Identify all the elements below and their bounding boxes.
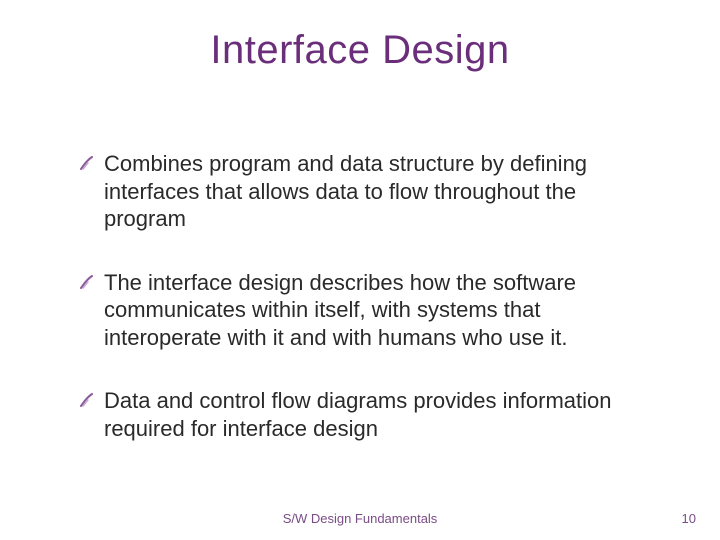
bullet-icon	[80, 156, 94, 170]
bullet-text: The interface design describes how the s…	[104, 269, 660, 352]
list-item: The interface design describes how the s…	[80, 269, 660, 352]
slide: Interface Design Combines program and da…	[0, 0, 720, 540]
bullet-text: Data and control flow diagrams provides …	[104, 387, 660, 442]
page-number: 10	[682, 511, 696, 526]
list-item: Data and control flow diagrams provides …	[80, 387, 660, 442]
slide-body: Combines program and data structure by d…	[80, 150, 660, 478]
bullet-icon	[80, 393, 94, 407]
list-item: Combines program and data structure by d…	[80, 150, 660, 233]
bullet-text: Combines program and data structure by d…	[104, 150, 660, 233]
bullet-icon	[80, 275, 94, 289]
slide-title: Interface Design	[0, 28, 720, 73]
footer-text: S/W Design Fundamentals	[0, 511, 720, 526]
